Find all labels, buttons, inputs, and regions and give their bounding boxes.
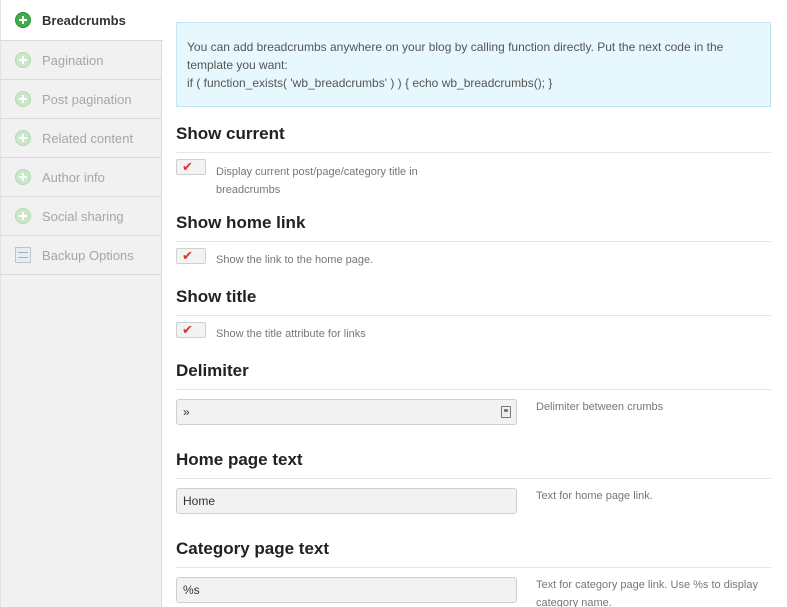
option-show-home-link: Show home link ✔ Show the link to the ho…	[176, 213, 771, 287]
plus-circle-icon	[15, 91, 31, 107]
option-home-page-text: Home page text Home Text for home page l…	[176, 450, 771, 539]
option-description: Show the link to the home page.	[216, 254, 374, 266]
section-title: Delimiter	[176, 361, 771, 390]
sidebar-item-label: Pagination	[42, 52, 104, 68]
checkmark-icon: ✔	[182, 159, 193, 174]
option-description: Show the title attribute for links	[216, 328, 366, 340]
sidebar-item-post-pagination[interactable]: Post pagination	[1, 80, 161, 119]
sidebar-item-related-content[interactable]: Related content	[1, 119, 161, 158]
option-category-page-text: Category page text %s Text for category …	[176, 539, 771, 607]
notice-code: if ( function_exists( 'wb_breadcrumbs' )…	[187, 76, 553, 90]
sidebar-item-label: Related content	[42, 130, 134, 146]
option-description: Display current post/page/category title…	[216, 166, 418, 196]
notice-text: You can add breadcrumbs anywhere on your…	[187, 40, 724, 72]
settings-panel: You can add breadcrumbs anywhere on your…	[176, 22, 771, 607]
sidebar-item-label: Social sharing	[42, 208, 124, 224]
option-show-title: Show title ✔ Show the title attribute fo…	[176, 287, 771, 361]
sidebar-item-label: Breadcrumbs	[42, 12, 126, 28]
category-page-text-input[interactable]: %s	[176, 577, 517, 603]
option-show-current: Show current ✔ Display current post/page…	[176, 124, 771, 213]
sidebar-item-label: Post pagination	[42, 91, 132, 107]
section-title: Show home link	[176, 213, 771, 242]
section-title: Show current	[176, 124, 771, 153]
field-value: %s	[183, 583, 200, 597]
plus-circle-icon	[15, 208, 31, 224]
field-value: Home	[183, 494, 216, 508]
show-home-link-checkbox[interactable]: ✔	[176, 248, 206, 264]
show-title-checkbox[interactable]: ✔	[176, 322, 206, 338]
option-description: Delimiter between crumbs	[536, 401, 664, 413]
show-current-checkbox[interactable]: ✔	[176, 159, 206, 175]
sidebar-item-label: Backup Options	[42, 247, 134, 263]
section-title: Show title	[176, 287, 771, 316]
plus-circle-icon	[15, 130, 31, 146]
section-title: Home page text	[176, 450, 771, 479]
contact-card-icon	[501, 406, 511, 418]
sidebar-item-breadcrumbs[interactable]: Breadcrumbs	[1, 0, 163, 41]
option-description: Text for home page link.	[536, 490, 653, 502]
home-page-text-input[interactable]: Home	[176, 488, 517, 514]
sidebar-item-label: Author info	[42, 169, 105, 185]
sidebar-item-backup-options[interactable]: Backup Options	[1, 236, 161, 275]
sidebar-item-author-info[interactable]: Author info	[1, 158, 161, 197]
field-value: »	[183, 405, 190, 419]
sidebar-item-social-sharing[interactable]: Social sharing	[1, 197, 161, 236]
checkmark-icon: ✔	[182, 322, 193, 337]
plus-circle-icon	[15, 169, 31, 185]
checkmark-icon: ✔	[182, 248, 193, 263]
delimiter-input[interactable]: »	[176, 399, 517, 425]
plus-circle-icon	[15, 12, 31, 28]
info-notice: You can add breadcrumbs anywhere on your…	[176, 22, 771, 107]
option-description: Text for category page link. Use %s to d…	[536, 579, 758, 607]
list-icon	[15, 247, 31, 263]
settings-sidebar: Breadcrumbs Pagination Post pagination R…	[0, 0, 163, 607]
option-delimiter: Delimiter » Delimiter between crumbs	[176, 361, 771, 450]
section-title: Category page text	[176, 539, 771, 568]
plus-circle-icon	[15, 52, 31, 68]
sidebar-item-pagination[interactable]: Pagination	[1, 41, 161, 80]
